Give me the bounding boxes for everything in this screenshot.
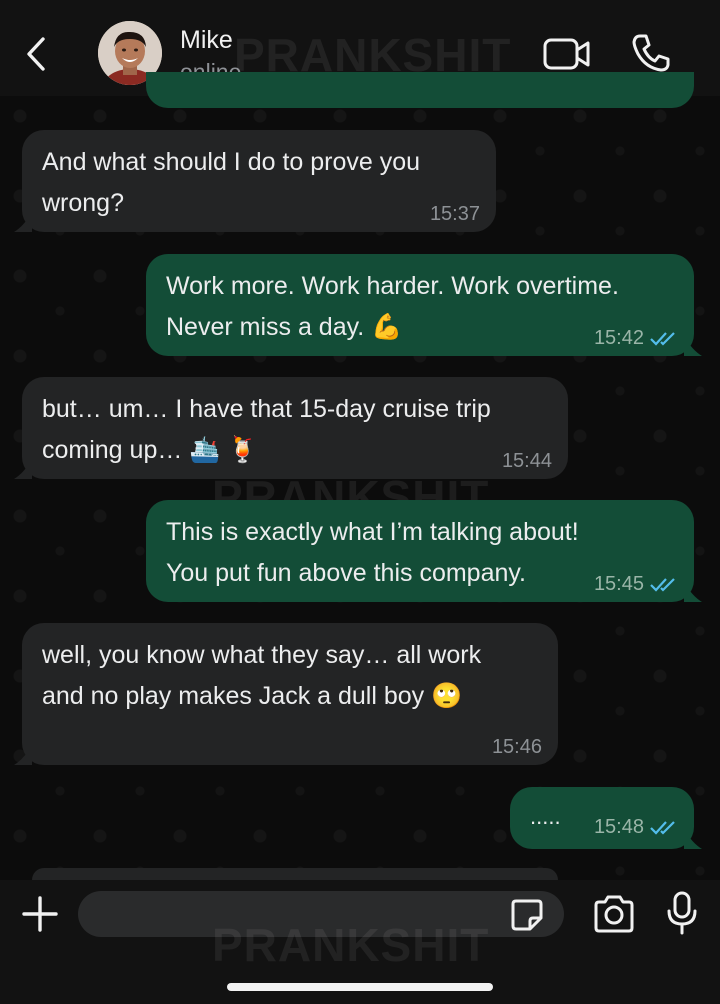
- bubble-tail: [684, 829, 702, 849]
- home-indicator[interactable]: [227, 983, 493, 991]
- message-bubble-incoming[interactable]: And what should I do to prove you wrong?…: [14, 130, 496, 232]
- message-text: coming up… 🛳️ 🍹: [42, 436, 259, 464]
- message-bubble-outgoing[interactable]: Work more. Work harder. Work overtime. N…: [146, 254, 702, 356]
- message-bubble-incoming[interactable]: but… um… I have that 15-day cruise trip …: [14, 377, 568, 479]
- message-text: This is exactly what I’m talking about!: [166, 518, 579, 546]
- bubble-tail: [14, 745, 32, 765]
- bubble-tail: [684, 582, 702, 602]
- contact-name[interactable]: Mike: [180, 26, 233, 55]
- mic-icon[interactable]: [665, 891, 699, 935]
- message-bubble-outgoing[interactable]: [146, 72, 694, 108]
- message-text: Work more. Work harder. Work overtime.: [166, 272, 619, 300]
- message-text: wrong?: [42, 189, 124, 217]
- message-time: 15:48: [594, 817, 678, 837]
- message-text: And what should I do to prove you: [42, 148, 421, 176]
- message-text: but… um… I have that 15-day cruise trip: [42, 395, 491, 423]
- message-input[interactable]: [78, 891, 564, 937]
- message-time: 15:45: [594, 574, 678, 594]
- bubble-tail: [684, 336, 702, 356]
- read-ticks-icon: [650, 821, 675, 835]
- plus-icon[interactable]: [22, 896, 58, 932]
- message-time: 15:37: [429, 203, 480, 225]
- phone-icon[interactable]: [630, 32, 672, 74]
- message-text: well, you know what they say… all work: [42, 641, 482, 669]
- message-time: 15:42: [594, 328, 678, 348]
- bubble-tail: [14, 459, 32, 479]
- bubble-tail: [14, 212, 32, 232]
- video-call-icon[interactable]: [542, 36, 592, 72]
- sticker-icon[interactable]: [510, 898, 544, 932]
- message-time: 15:46: [491, 736, 542, 758]
- read-ticks-icon: [650, 578, 675, 592]
- message-bubble-outgoing[interactable]: ..... 15:48: [510, 787, 702, 849]
- camera-icon[interactable]: [592, 895, 636, 933]
- back-icon[interactable]: [20, 36, 52, 72]
- message-bubble-outgoing[interactable]: This is exactly what I’m talking about! …: [146, 500, 702, 602]
- read-ticks-icon: [650, 332, 675, 346]
- message-bubble-incoming[interactable]: well, you know what they say… all work a…: [14, 623, 558, 765]
- message-time: 15:44: [501, 450, 552, 472]
- message-text: and no play makes Jack a dull boy 🙄: [42, 682, 463, 710]
